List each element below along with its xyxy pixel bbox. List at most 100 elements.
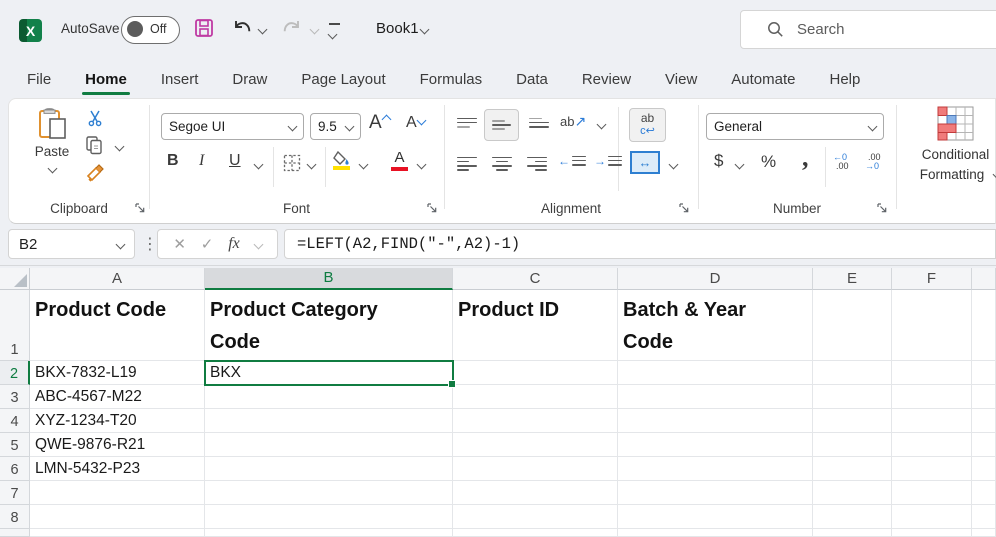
column-header-d[interactable]: D	[618, 268, 813, 290]
orientation-chevron[interactable]	[597, 120, 607, 130]
cell-a6[interactable]: LMN-5432-P23	[30, 457, 205, 481]
cell-a4[interactable]: XYZ-1234-T20	[30, 409, 205, 433]
row-header-5[interactable]: 5	[0, 433, 30, 457]
row-header-9[interactable]	[0, 529, 30, 537]
column-header-a[interactable]: A	[30, 268, 205, 290]
enter-icon[interactable]: ✓	[201, 235, 214, 253]
format-painter-button[interactable]	[86, 163, 105, 182]
autosave-toggle[interactable]: Off	[121, 16, 180, 44]
tab-insert[interactable]: Insert	[161, 71, 199, 88]
cell-d2[interactable]	[618, 361, 813, 385]
name-box-chevron[interactable]	[116, 239, 126, 249]
formula-input[interactable]: =LEFT(A2,FIND("-",A2)-1)	[284, 229, 996, 259]
customize-quick-access-button[interactable]	[329, 23, 340, 43]
top-align-button[interactable]	[457, 115, 477, 130]
orientation-button[interactable]: ab↗	[560, 113, 586, 130]
paste-dropdown-chevron[interactable]	[47, 164, 57, 174]
cell-e1[interactable]	[813, 290, 892, 361]
select-all-button[interactable]	[0, 268, 30, 290]
workbook-title[interactable]: Book1	[376, 20, 419, 37]
font-size-select[interactable]: 9.5	[310, 113, 361, 140]
middle-align-button[interactable]	[484, 109, 519, 141]
row-header-3[interactable]: 3	[0, 385, 30, 409]
merge-center-chevron[interactable]	[669, 160, 679, 170]
underline-dropdown-chevron[interactable]	[254, 160, 264, 170]
font-dialog-launcher[interactable]	[427, 203, 438, 214]
fill-color-button[interactable]	[333, 151, 351, 170]
clipboard-dialog-launcher[interactable]	[135, 203, 146, 214]
column-header-c[interactable]: C	[453, 268, 618, 290]
tab-data[interactable]: Data	[516, 71, 548, 88]
align-right-button[interactable]	[527, 154, 547, 173]
row-header-4[interactable]: 4	[0, 409, 30, 433]
alignment-dialog-launcher[interactable]	[679, 203, 690, 214]
tab-file[interactable]: File	[27, 71, 51, 88]
tab-page-layout[interactable]: Page Layout	[301, 71, 385, 88]
cell-f1[interactable]	[892, 290, 972, 361]
cell-b1[interactable]: Product Category Code	[205, 290, 453, 361]
increase-font-button[interactable]: A	[369, 112, 390, 134]
align-left-button[interactable]	[457, 154, 477, 173]
insert-function-icon[interactable]: fx	[228, 235, 240, 253]
decrease-indent-button[interactable]: ←	[558, 153, 586, 168]
percent-button[interactable]: %	[761, 152, 776, 172]
cell-b2-selected[interactable]: BKX	[205, 361, 453, 385]
cell-d1[interactable]: Batch & Year Code	[618, 290, 813, 361]
tab-help[interactable]: Help	[830, 71, 861, 88]
drag-dots-icon[interactable]: ⋮	[142, 234, 158, 254]
cell-a1[interactable]: Product Code	[30, 290, 205, 361]
decrease-font-button[interactable]: A	[406, 114, 425, 132]
number-dialog-launcher[interactable]	[877, 203, 888, 214]
tab-draw[interactable]: Draw	[232, 71, 267, 88]
fill-color-chevron[interactable]	[359, 160, 369, 170]
excel-app-icon[interactable]: X	[19, 19, 42, 42]
bottom-align-button[interactable]	[529, 115, 549, 130]
save-button[interactable]	[193, 17, 215, 39]
font-color-chevron[interactable]	[417, 160, 427, 170]
cell-a3[interactable]: ABC-4567-M22	[30, 385, 205, 409]
paste-button[interactable]: Paste	[29, 107, 75, 177]
increase-decimal-button[interactable]: ←0 .00	[833, 153, 849, 171]
row-header-1[interactable]: 1	[0, 290, 30, 361]
tab-view[interactable]: View	[665, 71, 697, 88]
cell-a2[interactable]: BKX-7832-L19	[30, 361, 205, 385]
decrease-decimal-button[interactable]: .00 →0	[865, 153, 881, 171]
merge-center-button[interactable]: ↔	[630, 151, 660, 174]
tab-automate[interactable]: Automate	[731, 71, 795, 88]
column-header-f[interactable]: F	[892, 268, 972, 290]
cell-a5[interactable]: QWE-9876-R21	[30, 433, 205, 457]
borders-button[interactable]	[283, 154, 301, 172]
cell-c1[interactable]: Product ID	[453, 290, 618, 361]
workbook-title-chevron[interactable]	[420, 25, 430, 35]
search-box[interactable]: Search	[740, 10, 996, 49]
cut-button[interactable]	[86, 109, 104, 127]
comma-button[interactable]: ,	[802, 143, 809, 173]
bold-button[interactable]: B	[167, 152, 179, 170]
font-name-select[interactable]: Segoe UI	[161, 113, 304, 140]
font-color-button[interactable]: A	[391, 149, 408, 171]
fx-chevron[interactable]	[253, 239, 263, 249]
cell-c2[interactable]	[453, 361, 618, 385]
column-header-g[interactable]	[972, 268, 996, 290]
column-header-e[interactable]: E	[813, 268, 892, 290]
increase-indent-button[interactable]: →	[594, 153, 622, 168]
borders-dropdown-chevron[interactable]	[307, 160, 317, 170]
tab-formulas[interactable]: Formulas	[420, 71, 483, 88]
row-header-6[interactable]: 6	[0, 457, 30, 481]
wrap-text-button[interactable]: ab c↩	[629, 108, 666, 142]
row-header-2[interactable]: 2	[0, 361, 30, 385]
tab-review[interactable]: Review	[582, 71, 631, 88]
cancel-icon[interactable]: ✕	[173, 235, 186, 253]
align-center-button[interactable]	[492, 154, 512, 173]
undo-button[interactable]	[229, 16, 253, 40]
currency-chevron[interactable]	[735, 160, 745, 170]
row-header-8[interactable]: 8	[0, 505, 30, 529]
row-header-7[interactable]: 7	[0, 481, 30, 505]
number-format-select[interactable]: General	[706, 113, 884, 140]
name-box[interactable]: B2	[8, 229, 135, 259]
underline-button[interactable]: U	[229, 152, 241, 170]
copy-dropdown-chevron[interactable]	[115, 142, 125, 152]
tab-home[interactable]: Home	[85, 71, 127, 88]
copy-button[interactable]	[85, 135, 103, 155]
italic-button[interactable]: I	[199, 152, 204, 170]
